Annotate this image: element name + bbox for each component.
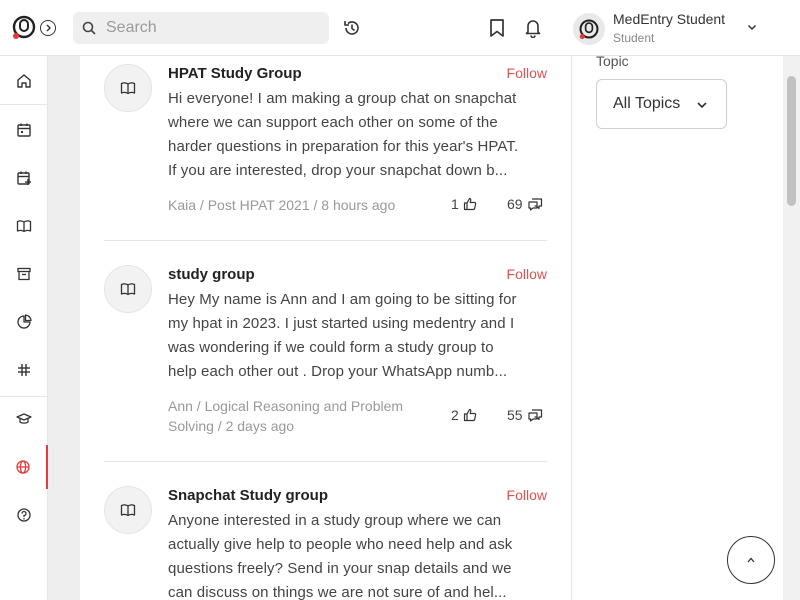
post-title[interactable]: HPAT Study Group [168,65,302,82]
top-bar: MedEntry Student Student [0,0,800,56]
discussion-feed: HPAT Study Group Follow Hi everyone! I a… [80,56,572,600]
follow-button[interactable]: Follow [507,487,547,503]
sidebar-item-help[interactable] [0,493,48,537]
bookmark-icon[interactable] [488,18,506,38]
search-input[interactable] [106,12,321,44]
search-box[interactable] [73,12,329,44]
sidebar-item-calendar[interactable] [0,108,48,152]
chevron-up-icon [747,557,755,563]
hashtag-icon [18,364,30,376]
user-name: MedEntry Student [613,11,726,27]
topic-select-value: All Topics [613,95,681,112]
comments-button[interactable]: 69 [507,196,543,212]
post-meta: Ann / Logical Reasoning and Problem Solv… [168,398,404,434]
thumbs-up-icon [463,408,477,422]
scrollbar[interactable] [783,56,800,600]
post-excerpt[interactable]: Hey My name is Ann and I am going to be … [168,288,547,384]
archive-icon [17,267,31,281]
sidebar-item-topics[interactable] [0,348,48,392]
book-icon [120,283,136,296]
chevron-down-icon [697,102,707,109]
bell-icon[interactable] [524,18,542,38]
expand-sidebar-icon[interactable] [40,20,56,36]
user-role: Student [613,31,655,45]
calendar-add-icon [17,171,31,185]
post-avatar [104,486,152,534]
user-menu[interactable]: MedEntry Student Student [573,11,768,47]
sidebar-item-library[interactable] [0,204,48,248]
like-button[interactable]: 2 [451,407,477,423]
post-excerpt[interactable]: Anyone interested in a study group where… [168,509,547,600]
post-excerpt[interactable]: Hi everyone! I am making a group chat on… [168,87,547,183]
post-title[interactable]: study group [168,266,255,283]
comments-icon [527,198,542,211]
thumbs-up-icon [463,197,477,211]
post-avatar [104,64,152,112]
sidebar-item-community[interactable] [0,445,48,489]
follow-button[interactable]: Follow [507,266,547,282]
avatar [573,13,605,45]
post-title[interactable]: Snapchat Study group [168,487,328,504]
post-divider [104,240,547,241]
book-icon [120,82,136,95]
book-icon [16,220,32,233]
help-icon [17,508,31,522]
calendar-icon [17,123,31,137]
filter-panel: Topic All Topics [572,53,783,600]
sidebar-item-schedule[interactable] [0,156,48,200]
sidebar [0,56,48,600]
scrollbar-thumb[interactable] [787,76,796,206]
follow-button[interactable]: Follow [507,65,547,81]
chevron-down-icon[interactable] [746,21,758,33]
post-meta: Kaia / Post HPAT 2021 / 8 hours ago [168,197,396,213]
pie-chart-icon [17,314,32,329]
medentry-logo-icon[interactable] [11,14,37,40]
back-to-top-button[interactable] [727,536,775,584]
sidebar-item-archive[interactable] [0,252,48,296]
post-divider [104,461,547,462]
topic-select[interactable]: All Topics [596,79,727,129]
book-icon [120,504,136,517]
comments-button[interactable]: 55 [507,407,543,423]
search-icon [82,21,96,35]
sidebar-item-analytics[interactable] [0,300,48,344]
like-button[interactable]: 1 [451,196,477,212]
topic-label: Topic [596,53,629,69]
comments-icon [527,409,542,422]
sidebar-item-courses[interactable] [0,397,48,441]
user-avatar-logo-icon [579,19,599,40]
history-icon[interactable] [343,19,361,37]
home-icon [17,74,31,88]
post-avatar [104,265,152,313]
globe-icon [16,460,30,474]
graduation-cap-icon [16,413,32,424]
sidebar-item-home[interactable] [0,59,48,103]
